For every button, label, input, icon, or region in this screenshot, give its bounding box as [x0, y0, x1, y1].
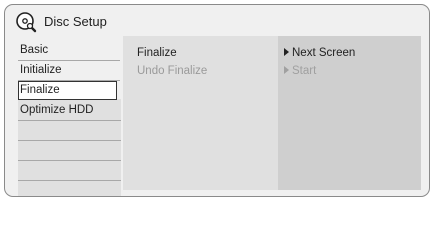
- sidebar: Basic Initialize Finalize Optimize HDD: [18, 41, 123, 196]
- options-panel: Finalize Undo Finalize: [123, 36, 278, 190]
- sidebar-item-label: Basic: [20, 44, 49, 56]
- sidebar-item-initialize[interactable]: Initialize: [18, 61, 120, 81]
- disc-setup-icon: [16, 12, 37, 33]
- action-label: Next Screen: [292, 47, 356, 59]
- sidebar-item-label: Initialize: [20, 64, 62, 76]
- option-undo-finalize: Undo Finalize: [137, 65, 208, 77]
- next-screen-button[interactable]: Next Screen: [284, 47, 355, 59]
- title-bar: Disc Setup: [5, 5, 429, 39]
- sidebar-item-label: Finalize: [20, 84, 60, 96]
- start-button: Start: [284, 65, 316, 77]
- option-finalize[interactable]: Finalize: [137, 47, 177, 59]
- actions-panel: Next Screen Start: [278, 36, 421, 190]
- sidebar-empty-row: [18, 181, 121, 196]
- disc-setup-window: Disc Setup Basic Initialize Finalize Opt…: [4, 4, 430, 197]
- sidebar-item-basic[interactable]: Basic: [18, 41, 120, 61]
- action-label: Start: [292, 65, 317, 77]
- sidebar-item-optimize-hdd[interactable]: Optimize HDD: [18, 101, 121, 121]
- page-title: Disc Setup: [44, 14, 107, 29]
- sidebar-empty-row: [18, 121, 121, 141]
- arrow-right-icon: [284, 48, 289, 56]
- sidebar-empty-row: [18, 161, 121, 181]
- arrow-right-icon: [284, 66, 289, 74]
- sidebar-item-label: Optimize HDD: [20, 104, 94, 116]
- sidebar-empty-row: [18, 141, 121, 161]
- sidebar-item-finalize[interactable]: Finalize: [18, 81, 117, 100]
